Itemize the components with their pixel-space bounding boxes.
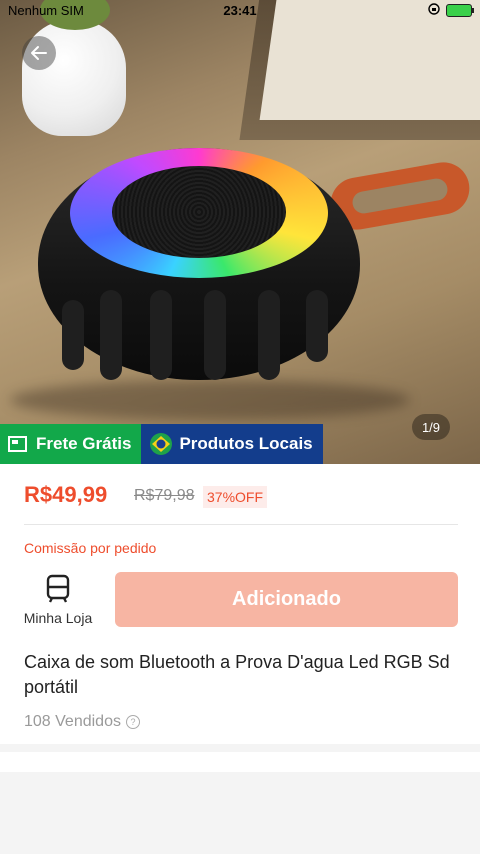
shipping-icon (8, 436, 27, 452)
speaker-rib (204, 290, 226, 380)
clock: 23:41 (223, 3, 257, 18)
free-shipping-badge: Frete Grátis (0, 424, 142, 464)
arrow-left-icon (31, 46, 47, 60)
discount-badge: 37%OFF (203, 486, 268, 508)
orientation-lock-icon (428, 3, 440, 18)
speaker-rib (306, 290, 328, 362)
next-section-card (0, 752, 480, 772)
back-button[interactable] (22, 36, 56, 70)
product-title: Caixa de som Bluetooth a Prova D'agua Le… (24, 652, 450, 697)
sold-count-label: 108 Vendidos (24, 713, 121, 730)
speaker-grill (112, 166, 286, 258)
status-icons (428, 3, 474, 18)
speaker-rib (100, 290, 122, 380)
my-store-label: Minha Loja (23, 610, 93, 626)
speaker-rib (258, 290, 280, 380)
sold-count: 108 Vendidos ? (24, 713, 140, 731)
store-icon (46, 574, 70, 603)
brazil-flag-icon (150, 433, 173, 455)
original-price: R$79,98 (134, 487, 195, 504)
free-shipping-label: Frete Grátis (36, 434, 132, 453)
speaker-rib (62, 300, 84, 370)
commission-label: Comissão por pedido (24, 540, 157, 556)
speaker-rib (150, 290, 172, 380)
local-products-label: Produtos Locais (179, 434, 313, 453)
divider (24, 524, 458, 525)
product-badges: Frete Grátis Produtos Locais (0, 424, 323, 464)
added-button[interactable]: Adicionado (115, 572, 458, 627)
speaker-shadow (10, 380, 410, 420)
status-bar: Nenhum SIM 23:41 (0, 0, 480, 22)
image-counter: 1/9 (412, 414, 450, 440)
help-icon[interactable]: ? (125, 715, 140, 729)
battery-icon (446, 4, 474, 17)
product-image[interactable] (0, 0, 480, 464)
my-store-button[interactable]: Minha Loja (20, 572, 96, 628)
current-price: R$49,99 (24, 482, 108, 507)
local-products-badge: Produtos Locais (141, 424, 323, 464)
